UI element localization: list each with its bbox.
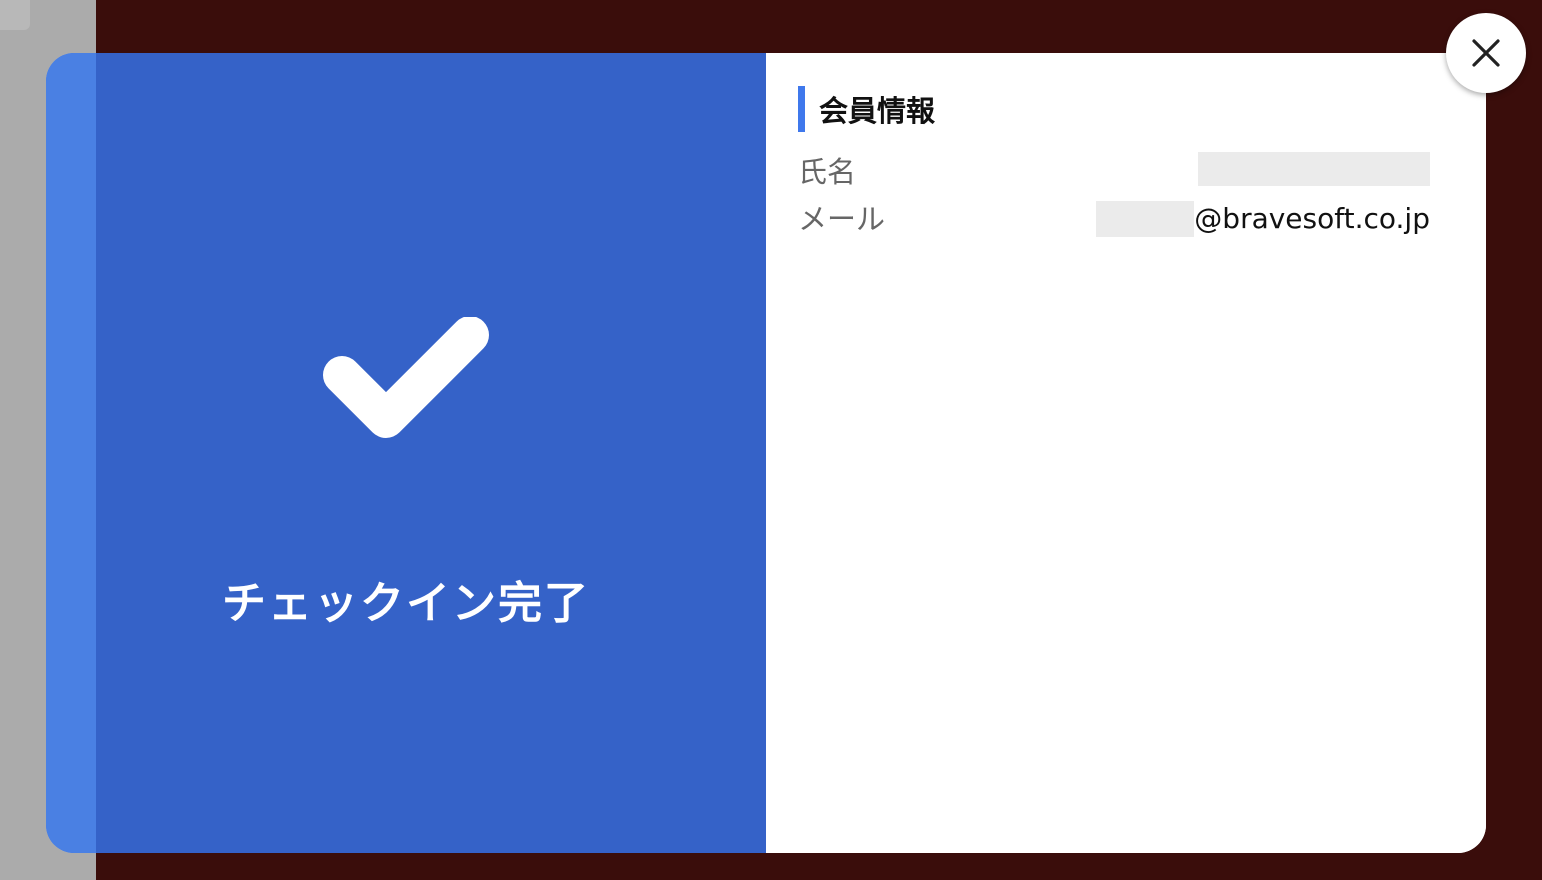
- name-label: 氏名: [798, 155, 857, 189]
- close-button[interactable]: [1446, 13, 1526, 93]
- name-value: [1198, 152, 1430, 186]
- member-info-panel: 会員情報 氏名 メール @bravesoft.co.jp: [766, 53, 1486, 853]
- member-info-header: 会員情報: [798, 86, 935, 132]
- checkin-modal: チェックイン完了 会員情報 氏名 メール @bravesoft.co.jp: [46, 53, 1486, 853]
- email-value: @bravesoft.co.jp: [1096, 199, 1430, 239]
- checkmark-icon: [323, 317, 489, 438]
- header-accent-bar: [798, 86, 805, 132]
- checkin-complete-text: チェックイン完了: [222, 578, 590, 629]
- redacted-name: [1198, 152, 1430, 186]
- email-domain: @bravesoft.co.jp: [1194, 202, 1430, 235]
- member-info-title: 会員情報: [819, 94, 936, 128]
- name-row: 氏名: [798, 152, 1430, 192]
- email-row: メール @bravesoft.co.jp: [798, 199, 1430, 239]
- close-icon: [1472, 39, 1500, 67]
- checkin-status-panel: チェックイン完了: [46, 53, 766, 853]
- email-label: メール: [798, 202, 886, 236]
- redacted-email-user: [1096, 201, 1195, 237]
- background-tab: [0, 0, 30, 30]
- panel-edge-strip: [46, 53, 96, 853]
